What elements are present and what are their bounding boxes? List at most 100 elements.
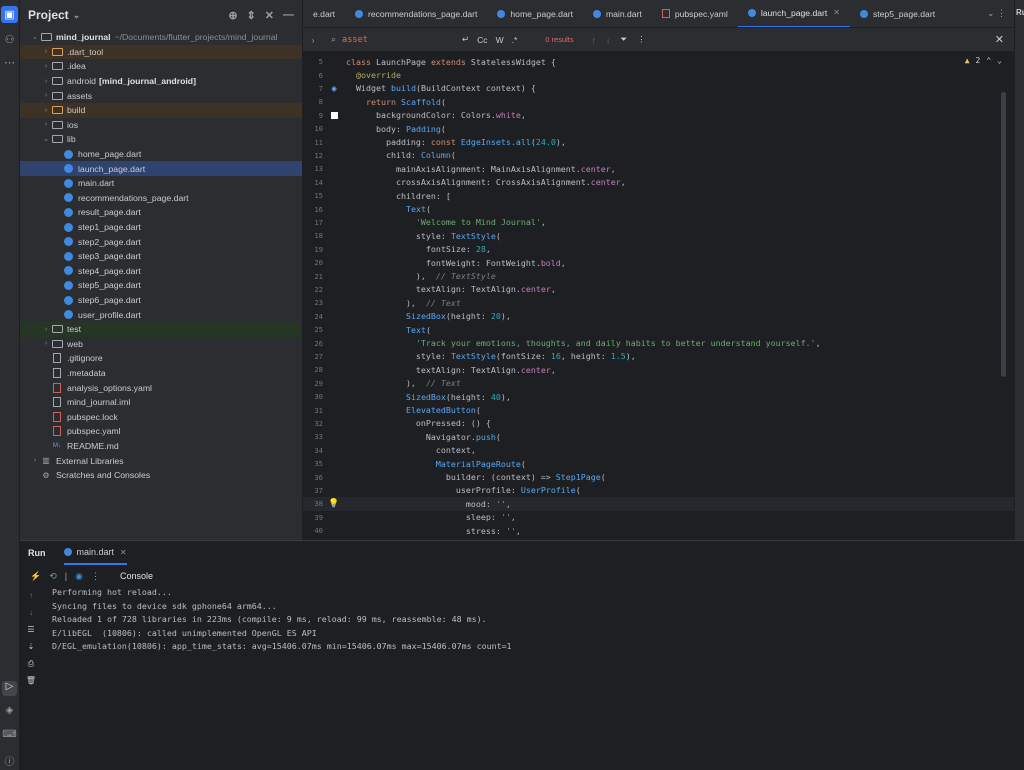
tree-file-row[interactable]: step5_page.dart: [20, 278, 302, 293]
new-line-icon[interactable]: ↵: [462, 34, 469, 45]
code-line[interactable]: 28 textAlign: TextAlign.center,: [303, 363, 1014, 376]
code-line[interactable]: 30 SizedBox(height: 40),: [303, 390, 1014, 403]
chevron-right-icon[interactable]: ›: [303, 35, 323, 45]
console-tab[interactable]: Console: [120, 571, 153, 581]
tree-folder-row[interactable]: › assets: [20, 88, 302, 103]
tree-file-row[interactable]: home_page.dart: [20, 147, 302, 162]
project-panel-title[interactable]: Project: [28, 8, 69, 22]
chevron-right-icon[interactable]: ›: [41, 107, 51, 114]
tree-file-row[interactable]: step4_page.dart: [20, 264, 302, 279]
tree-file-row[interactable]: step2_page.dart: [20, 234, 302, 249]
code-line[interactable]: 24 SizedBox(height: 20),: [303, 310, 1014, 323]
editor-tab[interactable]: pubspec.yaml: [652, 0, 738, 27]
arrow-down-icon[interactable]: ↓: [606, 35, 610, 45]
tree-file-row[interactable]: step6_page.dart: [20, 293, 302, 308]
tree-folder-row[interactable]: › web: [20, 337, 302, 352]
hot-reload-icon[interactable]: ⚡: [30, 571, 41, 582]
more-options-icon[interactable]: ⋮: [637, 34, 646, 45]
devtools-icon[interactable]: ◉: [75, 571, 83, 582]
scroll-to-end-icon[interactable]: ⇣: [28, 642, 35, 655]
tree-file-row[interactable]: › ▥ External Libraries: [20, 453, 302, 468]
tree-file-row[interactable]: step3_page.dart: [20, 249, 302, 264]
code-line[interactable]: 37 userProfile: UserProfile(: [303, 484, 1014, 497]
run-tool-icon[interactable]: ▷: [2, 681, 17, 696]
structure-icon[interactable]: ⚇: [1, 31, 18, 48]
chevron-down-icon[interactable]: ⌄: [41, 135, 51, 143]
code-line[interactable]: 40 stress: '',: [303, 524, 1014, 537]
code-line[interactable]: 11 padding: const EdgeInsets.all(24.0),: [303, 135, 1014, 148]
terminal-icon[interactable]: ⌨: [2, 729, 17, 744]
tree-folder-row[interactable]: ⌄ mind_journal ~/Documents/flutter_project…: [20, 30, 302, 45]
code-line[interactable]: 36 builder: (context) => Step1Page(: [303, 470, 1014, 483]
match-case-button[interactable]: Cc: [477, 35, 487, 45]
arrow-up-icon[interactable]: ↑: [592, 35, 596, 45]
chevron-down-icon[interactable]: ⌄: [73, 10, 81, 21]
chevron-down-icon[interactable]: ⌄: [30, 33, 40, 41]
code-line[interactable]: 18 style: TextStyle(: [303, 229, 1014, 242]
tree-file-row[interactable]: mind_journal.iml: [20, 395, 302, 410]
chevron-right-icon[interactable]: ›: [41, 63, 51, 70]
locate-icon[interactable]: ⊕: [228, 9, 237, 22]
close-icon[interactable]: ✕: [120, 548, 127, 557]
chevron-right-icon[interactable]: ›: [41, 121, 51, 128]
code-line[interactable]: 31 ElevatedButton(: [303, 403, 1014, 416]
tree-folder-row[interactable]: › ios: [20, 118, 302, 133]
tree-folder-row[interactable]: › .dart_tool: [20, 44, 302, 60]
inspection-widget[interactable]: ▲ 2 ⌃ ⌄: [965, 56, 1002, 65]
tree-file-row[interactable]: ⚙ Scratches and Consoles: [20, 468, 302, 483]
hot-restart-icon[interactable]: ⟲: [49, 571, 57, 582]
editor-tab[interactable]: launch_page.dart ✕: [737, 0, 850, 27]
more-options-icon[interactable]: ⋮: [91, 571, 100, 582]
tree-file-row[interactable]: step1_page.dart: [20, 220, 302, 235]
arrow-up-icon[interactable]: ⌃: [986, 56, 991, 65]
editor-tab[interactable]: home_page.dart: [487, 0, 583, 27]
minimize-icon[interactable]: —: [283, 9, 294, 22]
run-config-tab[interactable]: main.dart ✕: [63, 541, 127, 565]
code-line[interactable]: 8 return Scaffold(: [303, 95, 1014, 108]
code-line[interactable]: 17 'Welcome to Mind Journal',: [303, 216, 1014, 229]
code-line[interactable]: 20 fontWeight: FontWeight.bold,: [303, 256, 1014, 269]
chevron-right-icon[interactable]: ›: [30, 457, 40, 464]
close-icon[interactable]: ✕: [995, 33, 1004, 46]
tree-file-row[interactable]: pubspec.lock: [20, 410, 302, 425]
problems-icon[interactable]: ⓘ: [2, 753, 17, 768]
code-line[interactable]: 23 ), // Text: [303, 296, 1014, 309]
chevron-right-icon[interactable]: ›: [41, 78, 51, 85]
tree-folder-row[interactable]: › .idea: [20, 59, 302, 74]
tree-file-row[interactable]: recommendations_page.dart: [20, 191, 302, 206]
soft-wrap-icon[interactable]: ☰: [27, 625, 34, 638]
code-line[interactable]: 22 textAlign: TextAlign.center,: [303, 283, 1014, 296]
color-swatch-icon[interactable]: [330, 111, 338, 119]
code-editor[interactable]: 5 class LaunchPage extends StatelessWidge…: [303, 52, 1014, 540]
chevron-down-icon[interactable]: ⌄ ⋮: [987, 8, 1014, 19]
code-line[interactable]: 13 mainAxisAlignment: MainAxisAlignment.…: [303, 162, 1014, 175]
flutter-inspector-icon[interactable]: ◈: [2, 705, 17, 720]
code-line[interactable]: 10 body: Padding(: [303, 122, 1014, 135]
code-line[interactable]: 32 onPressed: () {: [303, 417, 1014, 430]
project-view-icon[interactable]: ▣: [1, 6, 18, 23]
code-line[interactable]: 12 child: Column(: [303, 149, 1014, 162]
chevron-right-icon[interactable]: ›: [41, 326, 51, 333]
tree-file-row[interactable]: pubspec.yaml: [20, 424, 302, 439]
tree-file-row[interactable]: user_profile.dart: [20, 307, 302, 322]
tree-file-row[interactable]: M↓ README.md: [20, 439, 302, 454]
code-line[interactable]: 6 @override: [303, 68, 1014, 81]
tree-file-row[interactable]: main.dart: [20, 176, 302, 191]
editor-tab[interactable]: step5_page.dart: [850, 0, 945, 27]
code-line[interactable]: 19 fontSize: 28,: [303, 243, 1014, 256]
close-icon[interactable]: ✕: [265, 9, 274, 22]
code-line[interactable]: 5 class LaunchPage extends StatelessWidge…: [303, 55, 1014, 68]
code-line[interactable]: 16 Text(: [303, 202, 1014, 215]
expand-collapse-icon[interactable]: ⇕: [247, 9, 256, 22]
code-line[interactable]: 38 💡 mood: '',: [303, 497, 1014, 511]
chevron-right-icon[interactable]: ›: [41, 340, 51, 347]
code-line[interactable]: 35 MaterialPageRoute(: [303, 457, 1014, 470]
whole-word-button[interactable]: W: [496, 35, 504, 45]
chevron-right-icon[interactable]: ›: [41, 48, 51, 55]
tree-folder-row[interactable]: › build: [20, 103, 302, 118]
code-line[interactable]: 7 ◉ Widget build(BuildContext context) {: [303, 82, 1014, 95]
code-line[interactable]: 39 sleep: '',: [303, 511, 1014, 524]
run-strip-label[interactable]: Ru: [1015, 0, 1024, 17]
tree-file-row[interactable]: .gitignore: [20, 351, 302, 366]
close-icon[interactable]: ✕: [833, 8, 840, 17]
